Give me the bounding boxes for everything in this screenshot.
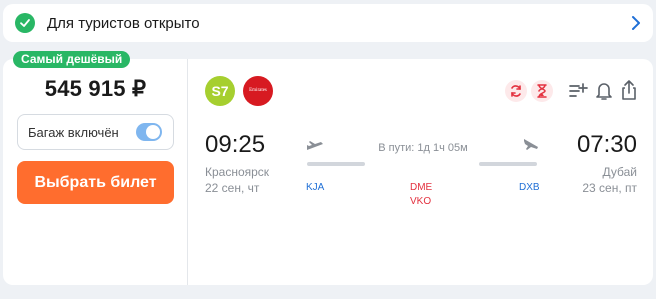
arrival-time: 07:30 — [576, 131, 637, 158]
baggage-option: Багаж включён — [17, 114, 174, 150]
airline-logo-emirates: Emirates — [243, 76, 273, 106]
check-circle-icon — [15, 13, 35, 33]
baggage-label: Багаж включён — [28, 125, 119, 140]
tourist-open-banner[interactable]: Для туристов открыто — [3, 4, 653, 42]
share-icon[interactable] — [620, 79, 638, 106]
select-ticket-button[interactable]: Выбрать билет — [17, 161, 174, 204]
route-segment-1 — [307, 162, 365, 166]
playlist-add-icon[interactable] — [568, 81, 588, 106]
airline-logo-s7: S7 — [205, 76, 235, 106]
refresh-icon[interactable] — [505, 80, 527, 102]
price-column: Самый дешёвый 545 915 ₽ Багаж включён Вы… — [3, 51, 188, 285]
toggle-knob — [146, 125, 160, 139]
arrival-airport-code: DXB — [519, 182, 540, 193]
departure-time: 09:25 — [205, 131, 266, 158]
bell-icon[interactable] — [595, 81, 613, 106]
arrival-city: Дубай — [602, 165, 638, 179]
chevron-right-icon[interactable] — [631, 15, 641, 36]
banner-text: Для туристов открыто — [47, 14, 200, 32]
route-segment-2 — [479, 162, 537, 166]
departure-date: 22 сен, чт — [205, 181, 260, 195]
departure-airport-code: KJA — [306, 182, 325, 193]
cheapest-badge: Самый дешёвый — [13, 51, 131, 68]
ticket-price: 545 915 ₽ — [44, 76, 147, 101]
ticket-card: Самый дешёвый 545 915 ₽ Багаж включён Вы… — [3, 51, 653, 285]
baggage-toggle[interactable] — [136, 123, 162, 141]
departure-city: Красноярск — [205, 165, 270, 179]
arrival-date: 23 сен, пт — [582, 181, 637, 195]
transfer-airport-code: VKO — [410, 196, 432, 207]
flight-duration: В пути: 1д 1ч 05м — [378, 142, 468, 154]
transfer-airport-code: DME — [410, 182, 433, 193]
hourglass-icon[interactable] — [531, 80, 553, 102]
